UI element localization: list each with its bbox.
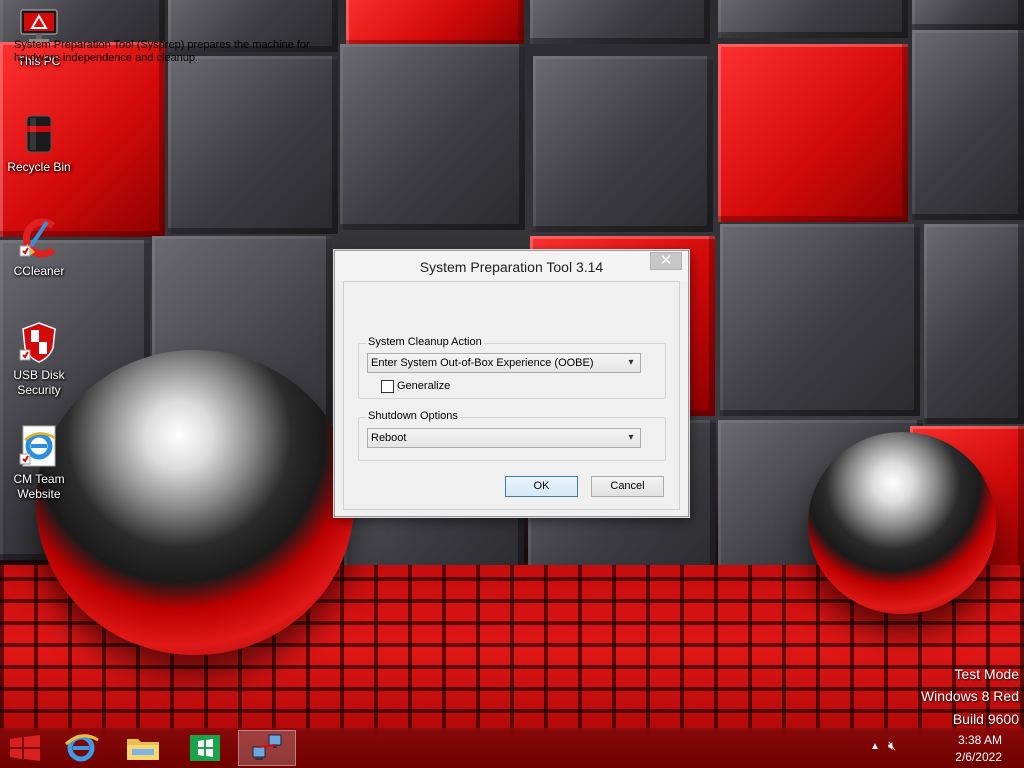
volume-button[interactable]: 🔇︎ xyxy=(888,738,908,756)
desktop-icon-label: Recycle Bin xyxy=(7,160,71,174)
ok-button[interactable]: OK xyxy=(505,476,578,497)
taskbar-internet-explorer[interactable] xyxy=(56,730,106,766)
windows-start-icon xyxy=(0,735,50,768)
network-sysprep-icon xyxy=(239,734,295,768)
ccleaner-icon xyxy=(17,216,61,260)
cleanup-action-legend: System Cleanup Action xyxy=(366,336,484,348)
shutdown-options-group: Shutdown Options Reboot ▾ xyxy=(358,410,666,461)
dialog-title: System Preparation Tool 3.14 xyxy=(419,259,604,275)
chevron-down-icon: ▾ xyxy=(628,432,634,443)
taskbar: ▲ 🔇︎ 3:38 AM 2/6/2022 xyxy=(0,728,1024,768)
tray-clock-time[interactable]: 3:38 AM xyxy=(958,733,1002,747)
watermark-edition: Windows 8 Red xyxy=(920,688,1019,704)
shutdown-options-select[interactable]: Reboot ▾ xyxy=(367,428,641,448)
recycle-bin-icon xyxy=(17,112,61,156)
chevron-up-icon: ▲ xyxy=(870,741,880,752)
cleanup-action-select[interactable]: Enter System Out-of-Box Experience (OOBE… xyxy=(367,353,641,373)
close-icon: ✕ xyxy=(659,252,673,269)
internet-explorer-icon xyxy=(17,424,61,468)
cleanup-action-group: System Cleanup Action Enter System Out-o… xyxy=(358,336,666,399)
taskbar-store[interactable] xyxy=(180,730,230,766)
shutdown-options-legend: Shutdown Options xyxy=(366,410,460,422)
cleanup-action-value: Enter System Out-of-Box Experience (OOBE… xyxy=(371,357,594,369)
start-button[interactable] xyxy=(0,730,50,766)
desktop-icon-label: USB Disk Security xyxy=(13,368,65,397)
generalize-label: Generalize xyxy=(397,380,451,392)
cancel-button[interactable]: Cancel xyxy=(591,476,664,497)
dialog-titlebar[interactable]: System Preparation Tool 3.14 ✕ xyxy=(335,251,688,281)
file-explorer-icon xyxy=(118,739,168,768)
watermark-build: Build 9600 xyxy=(952,711,1019,727)
desktop-icon-label: CM Team Website xyxy=(13,472,65,501)
watermark-test-mode: Test Mode xyxy=(954,666,1019,682)
chevron-down-icon: ▾ xyxy=(628,357,634,368)
internet-explorer-icon xyxy=(56,734,106,768)
close-button[interactable]: ✕ xyxy=(650,252,682,270)
desktop-icon-cm-team-website[interactable]: CM Team Website xyxy=(1,424,77,502)
shield-icon xyxy=(17,320,61,364)
tray-clock-date[interactable]: 2/6/2022 xyxy=(955,750,1002,764)
shutdown-options-value: Reboot xyxy=(371,432,407,444)
desktop-icon-label: CCleaner xyxy=(13,264,65,278)
desktop-icon-ccleaner[interactable]: CCleaner xyxy=(1,216,77,279)
taskbar-file-explorer[interactable] xyxy=(118,730,168,766)
taskbar-sysprep[interactable] xyxy=(238,730,296,766)
dialog-description: System Preparation Tool (Sysprep) prepar… xyxy=(14,39,310,64)
volume-muted-icon: 🔇︎ xyxy=(888,738,897,753)
desktop-icon-usb-disk-security[interactable]: USB Disk Security xyxy=(1,320,77,398)
generalize-checkbox[interactable] xyxy=(381,380,394,393)
store-icon xyxy=(180,735,230,768)
desktop-icon-recycle-bin[interactable]: Recycle Bin xyxy=(1,112,77,175)
show-hidden-icons-button[interactable]: ▲ xyxy=(870,741,880,752)
